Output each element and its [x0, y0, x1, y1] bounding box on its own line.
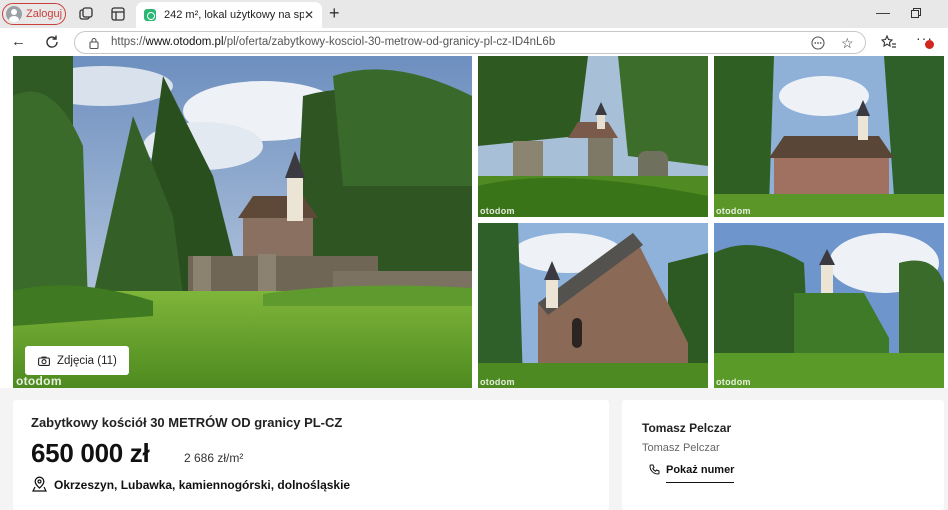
- browser-toolbar: ← https://www.otodom.pl/pl/oferta/zabytk…: [0, 28, 948, 56]
- church-landscape-image: [13, 56, 472, 388]
- otodom-favicon-icon: [144, 9, 156, 21]
- profile-button[interactable]: Zaloguj: [2, 3, 66, 25]
- favorite-star-icon[interactable]: ☆: [841, 35, 854, 52]
- church-front-image: [478, 223, 708, 388]
- url-text: https://www.otodom.pl/pl/oferta/zabytkow…: [111, 36, 556, 48]
- price-per-m2: 2 686 zł/m²: [184, 451, 244, 465]
- agent-name: Tomasz Pelczar: [642, 421, 732, 435]
- church-side-image: [714, 56, 944, 217]
- notification-badge: [925, 40, 934, 49]
- back-arrow-icon[interactable]: ←: [11, 33, 26, 50]
- listing-title: Zabytkowy kościół 30 METRÓW OD granicy P…: [31, 415, 343, 430]
- minimize-icon[interactable]: —: [876, 4, 890, 20]
- location-link[interactable]: Okrzeszyn, Lubawka, kamiennogórski, doln…: [54, 478, 350, 492]
- restore-window-icon[interactable]: [911, 8, 921, 18]
- watermark: otodom: [716, 377, 751, 387]
- photo-thumbnail-4[interactable]: otodom: [714, 223, 944, 388]
- main-photo[interactable]: otodom Zdjęcia (11): [13, 56, 472, 388]
- favorites-list-icon[interactable]: [881, 34, 897, 50]
- watermark: otodom: [480, 377, 515, 387]
- watermark: otodom: [716, 206, 751, 216]
- agent-contact-card: Tomasz Pelczar Tomasz Pelczar Pokaż nume…: [622, 400, 944, 510]
- tab-title: 242 m², lokal użytkowy na sprzedaż: [164, 9, 304, 21]
- listing-summary-card: Zabytkowy kościół 30 METRÓW OD granicy P…: [13, 400, 609, 510]
- photo-gallery: otodom Zdjęcia (11) otodom otodom otodom…: [0, 56, 948, 388]
- church-wall-image: [478, 56, 708, 217]
- address-bar[interactable]: https://www.otodom.pl/pl/oferta/zabytkow…: [74, 31, 866, 54]
- phone-icon: [649, 464, 660, 475]
- watermark: otodom: [16, 374, 62, 388]
- lock-icon[interactable]: [89, 37, 99, 49]
- show-phone-button[interactable]: Pokaż numer: [666, 461, 735, 483]
- profile-label: Zaloguj: [26, 8, 63, 20]
- listing-price: 650 000 zł: [31, 438, 150, 468]
- new-tab-icon[interactable]: +: [329, 3, 340, 24]
- photos-button-label: Zdjęcia (11): [57, 354, 117, 367]
- close-tab-icon[interactable]: ✕: [304, 8, 314, 22]
- ivy-church-image: [714, 223, 944, 388]
- browser-tab-strip: Zaloguj 242 m², lokal użytkowy na sprzed…: [0, 0, 948, 28]
- avatar-icon: [6, 6, 22, 22]
- tab-actions-icon[interactable]: [110, 6, 126, 22]
- photo-thumbnail-3[interactable]: otodom: [478, 223, 708, 388]
- workspaces-icon[interactable]: [78, 6, 94, 22]
- photo-thumbnail-2[interactable]: otodom: [714, 56, 944, 217]
- camera-icon: [38, 356, 50, 366]
- watermark: otodom: [480, 206, 515, 216]
- reload-icon[interactable]: [44, 34, 60, 50]
- agent-subtitle: Tomasz Pelczar: [642, 442, 720, 454]
- location-pin-icon: [32, 476, 47, 492]
- photo-thumbnail-1[interactable]: otodom: [478, 56, 708, 217]
- photos-button[interactable]: Zdjęcia (11): [25, 346, 129, 375]
- tab-active[interactable]: 242 m², lokal użytkowy na sprzedaż ✕: [136, 2, 322, 28]
- more-page-actions-icon[interactable]: [811, 36, 825, 50]
